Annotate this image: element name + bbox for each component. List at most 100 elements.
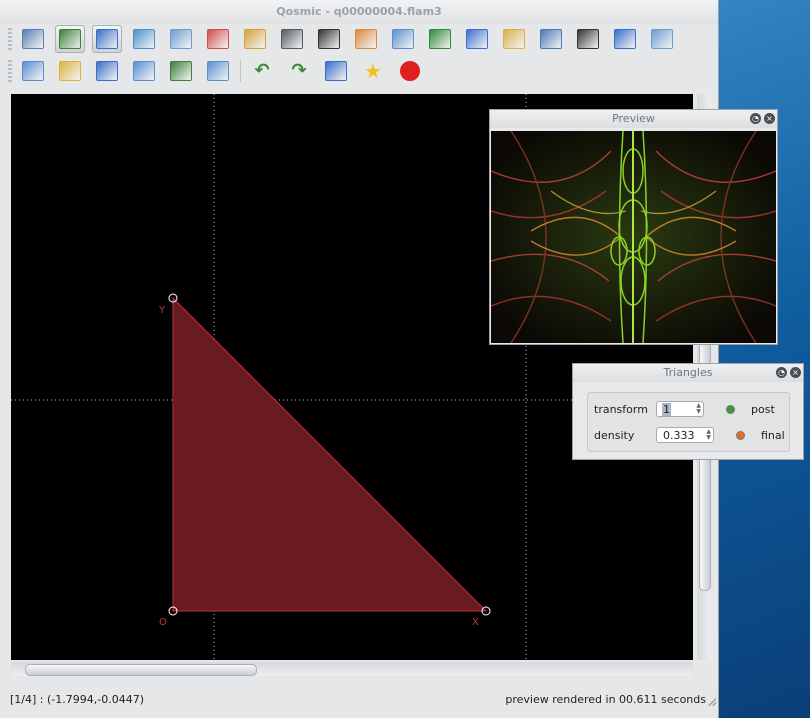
resize-grip-icon[interactable] [708,698,716,706]
transform-triangle [172,296,488,612]
density-value[interactable]: 0.333 [657,429,695,442]
post-label: post [751,402,775,416]
final-label: final [761,428,785,442]
film-button[interactable] [425,25,455,53]
panel-float-icon[interactable]: ◔ [750,113,761,124]
save-as-icon [133,61,155,81]
windows-button[interactable] [610,25,640,53]
palette-icon [355,29,377,49]
star-icon: ★ [364,59,382,83]
stop-button[interactable] [395,57,425,85]
vertex-x-label: X [472,617,479,628]
save-all-button[interactable] [203,57,233,85]
window-button[interactable] [92,25,122,53]
triangles-panel: Triangles ◔ × transform 1 ▲ ▼ post densit… [572,363,804,460]
monitor-icon [22,29,44,49]
toolbar-grip[interactable] [8,60,12,82]
calendar-grid-icon [392,29,414,49]
new-window-button[interactable] [18,57,48,85]
vertex-o-label: O [159,617,167,628]
density-label: density [594,428,635,442]
preview-panel-title[interactable]: Preview ◔ × [490,110,777,128]
camera-button[interactable] [277,25,307,53]
save-icon [96,61,118,81]
dial-icon [318,29,340,49]
image-icon [59,29,81,49]
color-grid-icon [207,29,229,49]
panel-close-icon[interactable]: × [764,113,775,124]
crop-icon [325,61,347,81]
windows-icon [614,29,636,49]
list-button[interactable] [573,25,603,53]
triangles-panel-title[interactable]: Triangles ◔ × [573,364,803,382]
list-icon [577,29,599,49]
status-render-time: preview rendered in 00.611 seconds [505,693,706,706]
calendar-grid-button[interactable] [388,25,418,53]
star-button[interactable]: ★ [358,57,388,85]
status-coordinates: [1/4] : (-1.7994,-0.0447) [10,693,144,706]
preview-panel: Preview ◔ × [489,109,778,345]
triangles-title-text: Triangles [663,366,713,379]
main-window: Qosmic - q00000004.flam3 ↶ ↷ ★ Y O X [1/4]… [0,0,719,718]
edit-button[interactable] [240,25,270,53]
camera-icon [281,29,303,49]
color-grid-button[interactable] [203,25,233,53]
save-all-icon [207,61,229,81]
undo-icon: ↶ [254,60,270,81]
window-title: Qosmic - q00000004.flam3 [0,0,718,24]
hatch-button[interactable] [536,25,566,53]
redo-icon: ↷ [291,60,307,81]
edit-icon [244,29,266,49]
scroll-button[interactable] [647,25,677,53]
horizontal-scrollbar[interactable] [11,662,693,676]
status-bar: [1/4] : (-1.7994,-0.0447) preview render… [0,688,718,710]
redo-button[interactable]: ↷ [284,57,314,85]
post-radio[interactable] [726,404,735,414]
open-folder-icon [59,61,81,81]
folder-search-button[interactable] [499,25,529,53]
density-row: density 0.333 ▲ ▼ final [594,426,785,444]
crop-button[interactable] [321,57,351,85]
toolbar-grip[interactable] [8,28,12,50]
window-icon [96,29,118,49]
vertex-y-label: Y [158,305,166,316]
bar-chart-icon [466,29,488,49]
open-folder-button[interactable] [55,57,85,85]
triangle-button[interactable] [129,25,159,53]
bar-chart-button[interactable] [462,25,492,53]
image-button[interactable] [55,25,85,53]
scroll-icon [651,29,673,49]
final-radio[interactable] [736,430,745,440]
save-as-button[interactable] [129,57,159,85]
spinbox-arrows-icon[interactable]: ▲ ▼ [696,403,701,415]
spinbox-arrows-icon[interactable]: ▲ ▼ [706,429,711,441]
palette-button[interactable] [351,25,381,53]
fractal-preview-svg [491,131,776,343]
density-spinbox[interactable]: 0.333 ▲ ▼ [656,427,714,443]
monitor-button[interactable] [18,25,48,53]
hatch-icon [540,29,562,49]
save-image-icon [170,61,192,81]
film-icon [429,29,451,49]
triangle-icon [133,29,155,49]
save-button[interactable] [92,57,122,85]
transform-spinbox[interactable]: 1 ▲ ▼ [656,401,704,417]
horizontal-scroll-thumb[interactable] [25,664,257,676]
save-image-button[interactable] [166,57,196,85]
stop-icon [400,61,420,81]
triangles-settings-group: transform 1 ▲ ▼ post density 0.333 ▲ ▼ fin… [587,392,790,452]
transform-row: transform 1 ▲ ▼ post [594,400,775,418]
transform-label: transform [594,402,648,416]
folder-search-icon [503,29,525,49]
undo-button[interactable]: ↶ [247,57,277,85]
dial-button[interactable] [314,25,344,53]
preview-title-text: Preview [612,112,655,125]
toolbar-separator [240,60,241,82]
fractal-preview-image [491,131,776,343]
table-button[interactable] [166,25,196,53]
transform-value[interactable]: 1 [662,402,671,416]
panel-float-icon[interactable]: ◔ [776,367,787,378]
toolbar-main [8,24,684,54]
panel-close-icon[interactable]: × [790,367,801,378]
new-window-icon [22,61,44,81]
